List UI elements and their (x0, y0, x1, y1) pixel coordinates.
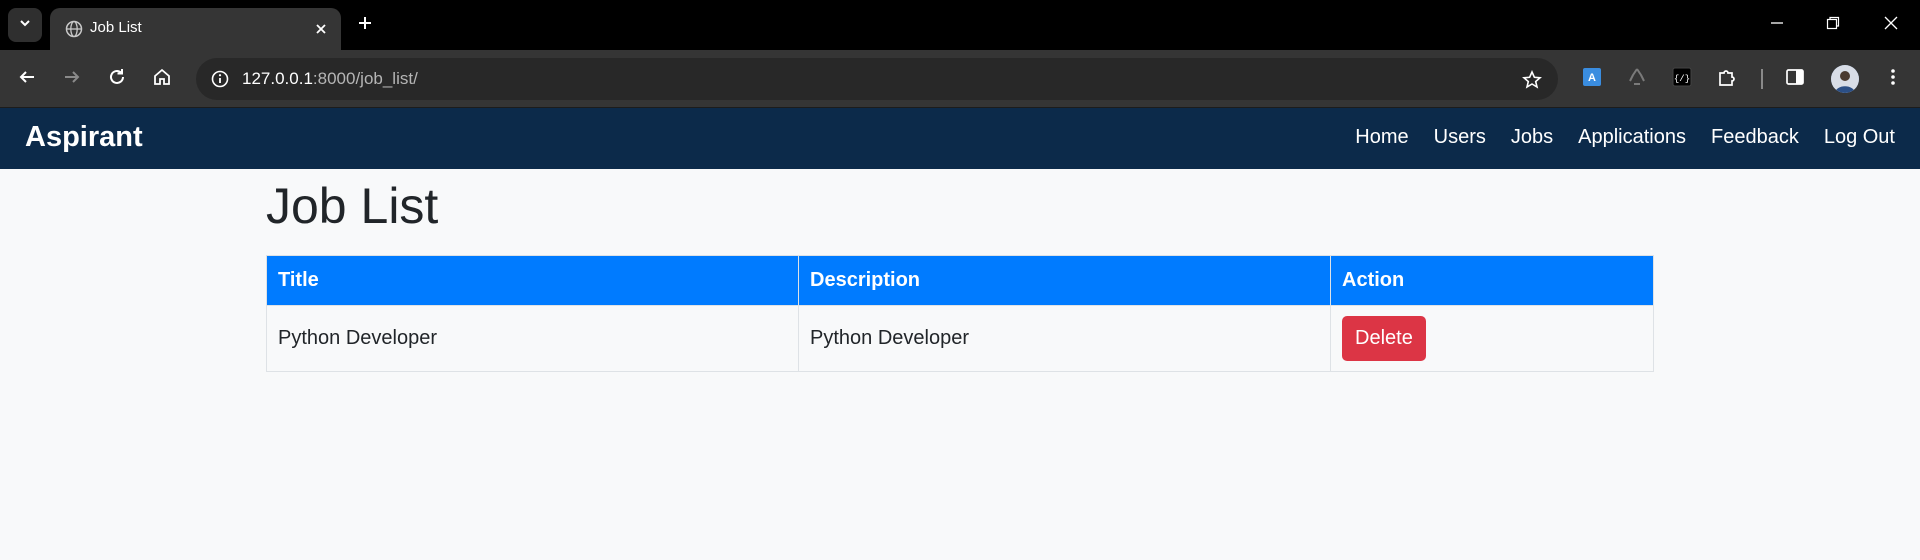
address-bar[interactable]: 127.0.0.1:8000/job_list/ (196, 58, 1558, 100)
column-header-description: Description (798, 255, 1331, 306)
nav-link-jobs[interactable]: Jobs (1511, 126, 1553, 149)
svg-text:{/}: {/} (1674, 74, 1690, 84)
restore-icon (1826, 16, 1840, 35)
more-vertical-icon (1890, 67, 1896, 92)
site-navbar: Aspirant Home Users Jobs Applications Fe… (0, 108, 1920, 169)
minimize-icon (1770, 16, 1784, 35)
tab-search-button[interactable] (8, 8, 42, 42)
globe-icon (62, 17, 86, 41)
nav-link-feedback[interactable]: Feedback (1711, 126, 1799, 149)
table-header-row: Title Description Action (266, 255, 1654, 306)
nav-links: Home Users Jobs Applications Feedback Lo… (1330, 126, 1895, 149)
reload-button[interactable] (100, 62, 134, 96)
reload-icon (108, 68, 126, 91)
chevron-down-icon (18, 16, 32, 35)
svg-text:A: A (1588, 72, 1596, 84)
close-icon (1884, 16, 1898, 35)
side-panel-button[interactable] (1778, 62, 1812, 96)
forward-button[interactable] (55, 62, 89, 96)
tab-job-list[interactable]: Job List (50, 8, 341, 50)
nav-link-applications[interactable]: Applications (1578, 126, 1686, 149)
url-path: :8000/job_list/ (312, 69, 418, 88)
extension-code-button[interactable]: {/} (1665, 62, 1699, 96)
browser-toolbar: 127.0.0.1:8000/job_list/ A {/} (0, 50, 1920, 108)
arrow-right-icon (63, 68, 81, 91)
side-panel-icon (1785, 67, 1805, 92)
cell-action: Delete (1330, 305, 1654, 372)
extension-translate-button[interactable]: A (1575, 62, 1609, 96)
main-content: Job List Title Description Action Python… (266, 169, 1654, 372)
back-button[interactable] (10, 62, 44, 96)
cell-title: Python Developer (266, 305, 799, 372)
column-header-action: Action (1330, 255, 1654, 306)
restore-button[interactable] (1815, 8, 1851, 42)
table-row: Python Developer Python Developer Delete (266, 305, 1654, 372)
info-icon[interactable] (204, 63, 236, 95)
cell-description: Python Developer (798, 305, 1331, 372)
page-title: Job List (266, 178, 439, 234)
puzzle-icon (1717, 67, 1737, 92)
url-host: 127.0.0.1 (242, 69, 313, 88)
extension-recycle-button[interactable] (1620, 62, 1654, 96)
toolbar-divider (1761, 69, 1763, 89)
recycle-icon (1627, 67, 1647, 92)
new-tab-button[interactable] (350, 10, 380, 40)
nav-link-users[interactable]: Users (1434, 126, 1486, 149)
url-text[interactable]: 127.0.0.1:8000/job_list/ (242, 69, 418, 89)
star-icon[interactable] (1518, 66, 1546, 94)
tab-strip: Job List (0, 0, 1920, 50)
close-icon[interactable] (309, 17, 333, 41)
nav-link-log-out[interactable]: Log Out (1824, 126, 1895, 149)
plus-icon (357, 15, 373, 36)
nav-link-home[interactable]: Home (1355, 126, 1408, 149)
brand-logo[interactable]: Aspirant (25, 121, 143, 154)
close-window-button[interactable] (1873, 8, 1909, 42)
home-button[interactable] (145, 62, 179, 96)
tab-title: Job List (90, 19, 142, 36)
profile-avatar[interactable] (1831, 65, 1859, 93)
minimize-button[interactable] (1759, 8, 1795, 42)
translate-extension-icon: A (1581, 66, 1603, 93)
arrow-left-icon (18, 68, 36, 91)
delete-button[interactable]: Delete (1342, 316, 1426, 361)
extensions-button[interactable] (1710, 62, 1744, 96)
home-icon (153, 68, 171, 91)
code-extension-icon: {/} (1672, 67, 1692, 92)
job-table: Title Description Action Python Develope… (266, 255, 1654, 372)
column-header-title: Title (266, 255, 799, 306)
menu-button[interactable] (1876, 62, 1910, 96)
